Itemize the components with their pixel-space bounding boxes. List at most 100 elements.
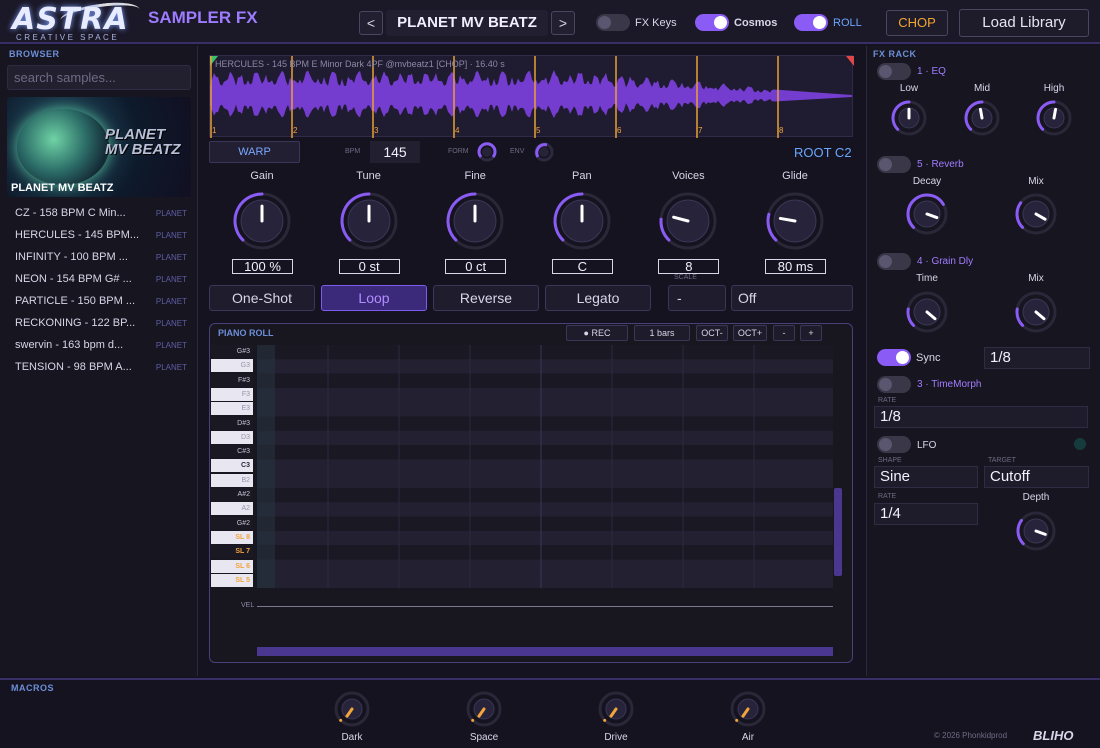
octave-down-button[interactable]: OCT- xyxy=(696,325,728,341)
load-library-button[interactable]: Load Library xyxy=(959,9,1089,37)
macros-title: MACROS xyxy=(11,683,54,693)
macro-space-knob[interactable] xyxy=(465,690,503,733)
zoom-in-button[interactable]: + xyxy=(800,325,822,341)
planet-image xyxy=(17,109,109,185)
timemorph-rate-select[interactable]: 1/8 xyxy=(874,406,1088,428)
fine-value[interactable]: 0 ct xyxy=(445,259,507,274)
fine-knob[interactable] xyxy=(445,191,505,256)
chop-button[interactable]: CHOP xyxy=(886,10,948,36)
fx-keys-toggle[interactable] xyxy=(596,14,630,31)
piano-key[interactable]: E3 xyxy=(211,402,253,416)
note-grid[interactable] xyxy=(257,345,833,588)
grain-time-knob[interactable] xyxy=(905,290,949,339)
piano-key[interactable]: F3 xyxy=(211,387,253,401)
tune-knob[interactable] xyxy=(339,191,399,256)
voices-value[interactable]: 8 xyxy=(658,259,720,274)
piano-key[interactable]: G#2 xyxy=(211,516,253,530)
zoom-out-button[interactable]: - xyxy=(773,325,795,341)
vertical-scrollbar[interactable] xyxy=(834,488,842,576)
gain-value[interactable]: 100 % xyxy=(232,259,293,274)
piano-key[interactable]: G3 xyxy=(211,359,253,373)
reverb-enable-toggle[interactable] xyxy=(877,156,911,173)
sync-rate-select[interactable]: 1/8 xyxy=(984,347,1090,369)
reverb-decay-knob[interactable] xyxy=(905,192,949,241)
pan-value[interactable]: C xyxy=(551,259,613,274)
macro-drive-knob[interactable] xyxy=(597,690,635,733)
mode-legato[interactable]: Legato xyxy=(545,285,651,311)
timemorph-enable-toggle[interactable] xyxy=(877,376,911,393)
eq-mid-knob[interactable] xyxy=(963,99,1001,142)
waveform-info: HERCULES - 145 BPM E Minor Dark 4PF @mvb… xyxy=(215,59,505,69)
root-note[interactable]: ROOT C2 xyxy=(794,145,852,160)
grid-row xyxy=(257,445,833,460)
tune-value[interactable]: 0 st xyxy=(338,259,400,274)
bpm-field[interactable]: 145 xyxy=(370,141,420,163)
grain-delay-enable-toggle[interactable] xyxy=(877,253,911,270)
piano-key[interactable]: A2 xyxy=(211,502,253,516)
roll-toggle[interactable] xyxy=(794,14,828,31)
mode-loop[interactable]: Loop xyxy=(321,285,427,311)
lfo-depth-knob[interactable] xyxy=(1015,510,1057,557)
knob-label: Gain xyxy=(250,170,274,182)
piano-key[interactable]: SL 8 xyxy=(211,530,253,544)
voices-knob[interactable] xyxy=(658,191,718,256)
env-knob[interactable] xyxy=(534,142,554,167)
lfo-shape-select[interactable]: Sine xyxy=(874,466,978,488)
glide-value[interactable]: 80 ms xyxy=(765,259,826,274)
eq-high-knob[interactable] xyxy=(1035,99,1073,142)
piano-key[interactable]: G#3 xyxy=(211,345,253,358)
pan-knob[interactable] xyxy=(552,191,612,256)
reverb-mix-knob[interactable] xyxy=(1014,192,1058,241)
sample-list-item[interactable]: RECKONING - 122 BP... PLANET xyxy=(7,313,191,334)
piano-key[interactable]: F#3 xyxy=(211,373,253,387)
eq-enable-toggle[interactable] xyxy=(877,63,911,80)
piano-key[interactable]: D#3 xyxy=(211,416,253,430)
preset-name[interactable]: PLANET MV BEATZ xyxy=(386,10,548,36)
sample-list-item[interactable]: NEON - 154 BPM G# ... PLANET xyxy=(7,269,191,290)
lfo-rate-select[interactable]: 1/4 xyxy=(874,503,978,525)
next-preset-button[interactable]: > xyxy=(551,11,575,35)
mode-reverse[interactable]: Reverse xyxy=(433,285,539,311)
warp-button[interactable]: WARP xyxy=(209,141,300,163)
velocity-lane[interactable] xyxy=(257,606,833,646)
reverb-knob-label: Mix xyxy=(1028,176,1044,187)
horizontal-scrollbar[interactable] xyxy=(257,647,833,656)
piano-key[interactable]: C#3 xyxy=(211,445,253,459)
sample-list-item[interactable]: HERCULES - 145 BPM... PLANET xyxy=(7,225,191,246)
octave-up-button[interactable]: OCT+ xyxy=(733,325,767,341)
piano-key[interactable]: B2 xyxy=(211,473,253,487)
piano-key[interactable]: SL 6 xyxy=(211,559,253,573)
piano-key[interactable]: D3 xyxy=(211,430,253,444)
macro-dark-knob[interactable] xyxy=(333,690,371,733)
sync-toggle[interactable] xyxy=(877,349,911,366)
piano-key[interactable]: SL 7 xyxy=(211,545,253,559)
glide-knob[interactable] xyxy=(765,191,825,256)
form-label: FORM xyxy=(448,148,469,155)
beat-number: 7 xyxy=(698,126,703,135)
sample-list-item[interactable]: INFINITY - 100 BPM ... PLANET xyxy=(7,247,191,268)
lfo-enable-toggle[interactable] xyxy=(877,436,911,453)
cosmos-toggle[interactable] xyxy=(695,14,729,31)
eq-low-knob[interactable] xyxy=(890,99,928,142)
piano-key[interactable]: SL 5 xyxy=(211,573,253,587)
sample-list-item[interactable]: swervin - 163 bpm d... PLANET xyxy=(7,335,191,356)
sample-list-item[interactable]: TENSION - 98 BPM A... PLANET xyxy=(7,357,191,378)
grain-mix-knob[interactable] xyxy=(1014,290,1058,339)
search-input[interactable]: search samples... xyxy=(7,65,191,90)
piano-key[interactable]: A#2 xyxy=(211,488,253,501)
mode-one-shot[interactable]: One-Shot xyxy=(209,285,315,311)
album-cover[interactable]: PLANET MV BEATZ PLANET MV BEATZ xyxy=(7,97,191,197)
macro-air-knob[interactable] xyxy=(729,690,767,733)
piano-key[interactable]: C3 xyxy=(211,459,253,473)
bars-select[interactable]: 1 bars xyxy=(634,325,690,341)
gain-knob[interactable] xyxy=(232,191,292,256)
sample-list-item[interactable]: CZ - 158 BPM C Min... PLANET xyxy=(7,203,191,224)
scale-root-select[interactable]: - xyxy=(668,285,726,311)
lfo-target-select[interactable]: Cutoff xyxy=(984,466,1089,488)
form-knob[interactable] xyxy=(477,142,497,167)
scale-mode-select[interactable]: Off xyxy=(731,285,853,311)
prev-preset-button[interactable]: < xyxy=(359,11,383,35)
record-button[interactable]: ● REC xyxy=(566,325,628,341)
sample-list-item[interactable]: PARTICLE - 150 BPM ... PLANET xyxy=(7,291,191,312)
fx-rack-title: FX RACK xyxy=(873,49,917,59)
